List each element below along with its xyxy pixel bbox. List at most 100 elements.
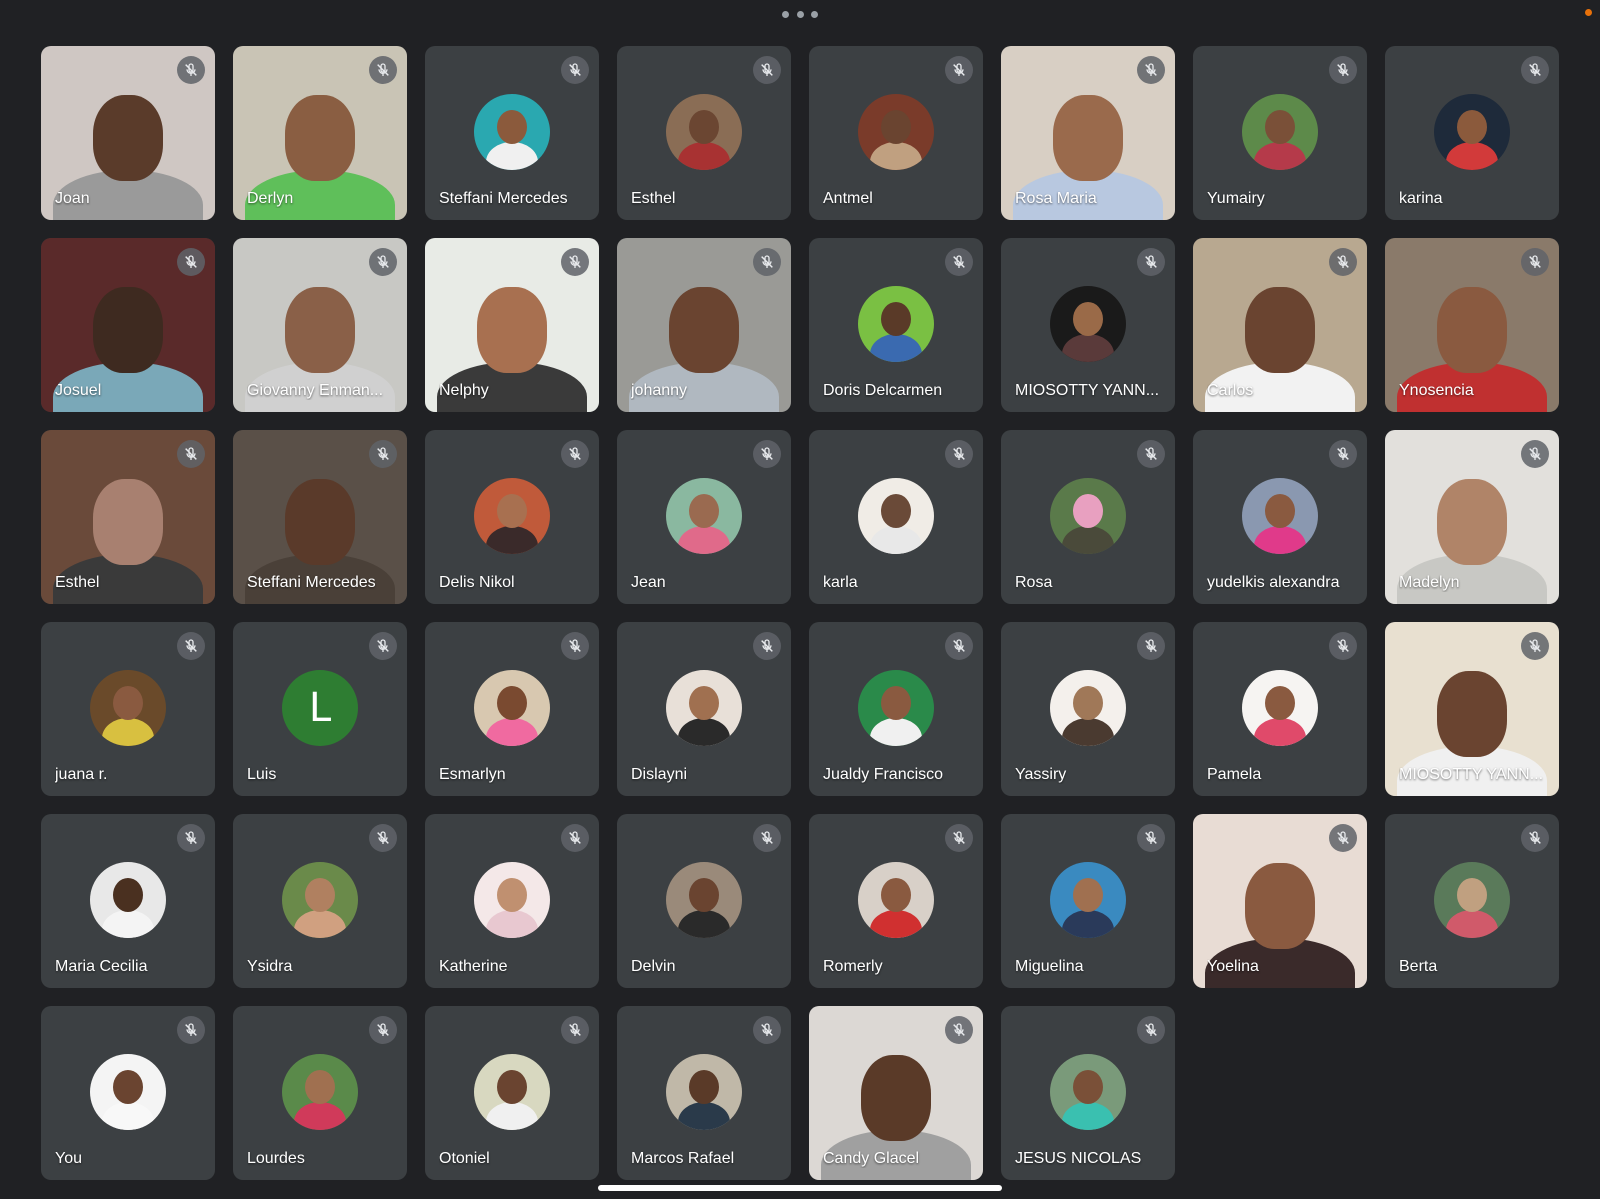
participant-tile[interactable]: Miguelina — [1001, 814, 1175, 988]
participant-name: Miguelina — [1015, 958, 1084, 975]
participant-tile[interactable]: Pamela — [1193, 622, 1367, 796]
recording-indicator — [1585, 9, 1592, 16]
avatar — [1050, 670, 1126, 746]
avatar — [90, 670, 166, 746]
mic-off-icon — [753, 824, 781, 852]
participant-tile[interactable]: You — [41, 1006, 215, 1180]
participant-tile[interactable]: Delvin — [617, 814, 791, 988]
participant-name: yudelkis alexandra — [1207, 574, 1340, 591]
mic-off-icon — [561, 56, 589, 84]
participant-tile[interactable]: Katherine — [425, 814, 599, 988]
participant-tile[interactable]: Otoniel — [425, 1006, 599, 1180]
participant-tile[interactable]: Maria Cecilia — [41, 814, 215, 988]
participant-tile[interactable]: Joan — [41, 46, 215, 220]
participant-tile[interactable]: Josuel — [41, 238, 215, 412]
participant-name: You — [55, 1150, 82, 1167]
participant-tile[interactable]: Delis Nikol — [425, 430, 599, 604]
avatar — [1434, 862, 1510, 938]
participant-tile[interactable]: MIOSOTTY YANN... — [1001, 238, 1175, 412]
participant-name: Ynosencia — [1399, 382, 1474, 399]
avatar — [1242, 478, 1318, 554]
participant-tile[interactable]: Dislayni — [617, 622, 791, 796]
participant-tile[interactable]: Berta — [1385, 814, 1559, 988]
mic-off-icon — [753, 632, 781, 660]
participant-name: Luis — [247, 766, 277, 783]
avatar: L — [282, 670, 358, 746]
avatar — [1434, 94, 1510, 170]
participant-tile[interactable]: Ysidra — [233, 814, 407, 988]
participant-name: Jualdy Francisco — [823, 766, 944, 783]
mic-off-icon — [561, 248, 589, 276]
participant-name: Doris Delcarmen — [823, 382, 943, 399]
participant-tile[interactable]: Romerly — [809, 814, 983, 988]
participant-tile[interactable]: yudelkis alexandra — [1193, 430, 1367, 604]
participant-tile[interactable]: Yassiry — [1001, 622, 1175, 796]
avatar — [474, 478, 550, 554]
participant-tile[interactable]: Rosa Maria — [1001, 46, 1175, 220]
participant-tile[interactable]: karina — [1385, 46, 1559, 220]
meet-window: Joan Derlyn Steffani Mercedes Esthel Antmel R… — [0, 0, 1600, 1199]
participant-tile[interactable]: Yumairy — [1193, 46, 1367, 220]
participant-tile[interactable]: Esthel — [41, 430, 215, 604]
participant-name: Marcos Rafael — [631, 1150, 735, 1167]
participant-tile[interactable]: Derlyn — [233, 46, 407, 220]
mic-off-icon — [753, 440, 781, 468]
participant-name: Madelyn — [1399, 574, 1460, 591]
home-indicator[interactable] — [598, 1185, 1002, 1191]
participant-tile[interactable]: Doris Delcarmen — [809, 238, 983, 412]
mic-off-icon — [945, 440, 973, 468]
mic-off-icon — [1329, 632, 1357, 660]
mic-off-icon — [1137, 248, 1165, 276]
participant-name: Antmel — [823, 190, 873, 207]
mic-off-icon — [177, 632, 205, 660]
participant-tile[interactable]: karla — [809, 430, 983, 604]
participant-tile[interactable]: Candy Glacel — [809, 1006, 983, 1180]
participant-tile[interactable]: Steffani Mercedes — [425, 46, 599, 220]
participant-name: Steffani Mercedes — [439, 190, 568, 207]
participant-tile[interactable]: johanny — [617, 238, 791, 412]
avatar — [858, 94, 934, 170]
mic-off-icon — [945, 632, 973, 660]
participant-tile[interactable]: Esthel — [617, 46, 791, 220]
participant-tile[interactable]: Ynosencia — [1385, 238, 1559, 412]
participant-tile[interactable]: Madelyn — [1385, 430, 1559, 604]
participant-tile[interactable]: JESUS NICOLAS — [1001, 1006, 1175, 1180]
participant-name: JESUS NICOLAS — [1015, 1150, 1142, 1167]
mic-off-icon — [561, 1016, 589, 1044]
participant-name: Esthel — [55, 574, 100, 591]
participant-tile[interactable]: Antmel — [809, 46, 983, 220]
participant-name: Rosa — [1015, 574, 1053, 591]
mic-off-icon — [369, 824, 397, 852]
participant-name: Yassiry — [1015, 766, 1067, 783]
mic-off-icon — [1329, 824, 1357, 852]
participant-name: Maria Cecilia — [55, 958, 148, 975]
participant-name: Pamela — [1207, 766, 1262, 783]
participant-tile[interactable]: Marcos Rafael — [617, 1006, 791, 1180]
more-options-icon[interactable] — [782, 8, 818, 20]
participant-tile[interactable]: Jean — [617, 430, 791, 604]
participant-tile[interactable]: Lourdes — [233, 1006, 407, 1180]
mic-off-icon — [1329, 56, 1357, 84]
mic-off-icon — [561, 632, 589, 660]
participant-tile[interactable]: L Luis — [233, 622, 407, 796]
avatar — [474, 94, 550, 170]
participant-tile[interactable]: Rosa — [1001, 430, 1175, 604]
mic-off-icon — [1137, 1016, 1165, 1044]
participant-tile[interactable]: MIOSOTTY YANN... — [1385, 622, 1559, 796]
mic-off-icon — [1137, 56, 1165, 84]
participant-tile[interactable]: Giovanny Enman... — [233, 238, 407, 412]
participant-name: Esthel — [631, 190, 676, 207]
participant-tile[interactable]: Jualdy Francisco — [809, 622, 983, 796]
participant-name: karla — [823, 574, 858, 591]
participant-name: Josuel — [55, 382, 102, 399]
participant-tile[interactable]: Nelphy — [425, 238, 599, 412]
avatar — [1242, 94, 1318, 170]
participant-tile[interactable]: Carlos — [1193, 238, 1367, 412]
participant-tile[interactable]: juana r. — [41, 622, 215, 796]
mic-off-icon — [1329, 440, 1357, 468]
participant-name: Yumairy — [1207, 190, 1265, 207]
participant-tile[interactable]: Yoelina — [1193, 814, 1367, 988]
participant-tile[interactable]: Esmarlyn — [425, 622, 599, 796]
participant-name: MIOSOTTY YANN... — [1015, 382, 1160, 399]
participant-tile[interactable]: Steffani Mercedes — [233, 430, 407, 604]
